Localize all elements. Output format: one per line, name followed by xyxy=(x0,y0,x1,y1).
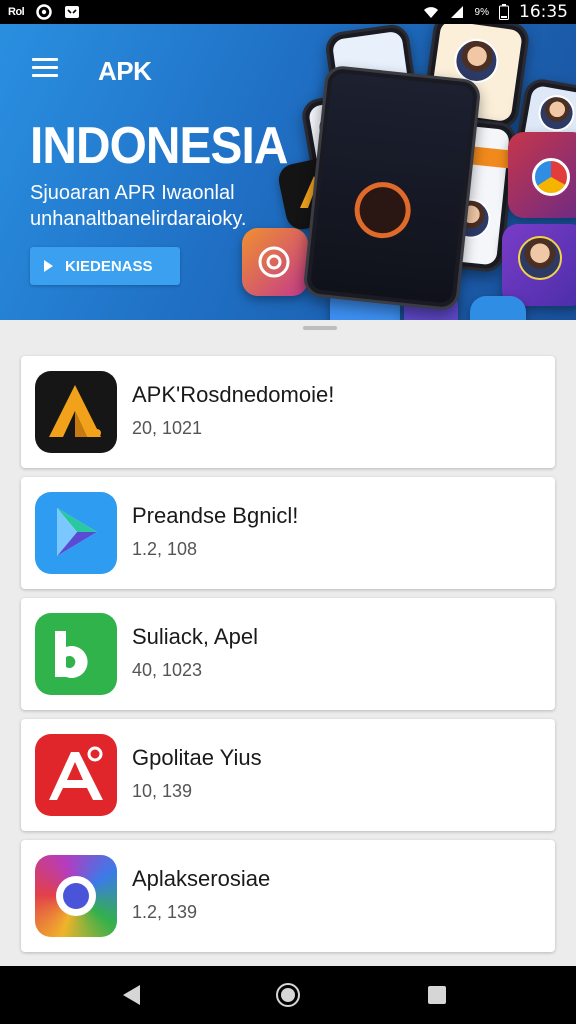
battery-icon xyxy=(499,4,509,20)
red-a-icon xyxy=(35,734,117,816)
app-download-count: 40, 1023 xyxy=(132,660,203,680)
app-name: Preandse Bgnicl! xyxy=(132,503,299,528)
clock: 16:35 xyxy=(519,2,568,22)
app-list: APK'Rosdnedomoie! 20, 1021 Preandse Bgni… xyxy=(21,356,555,961)
hero-banner: APK INDONESIA Sjuoaran APR Iwaonlal unha… xyxy=(0,24,576,320)
banner-headline: INDONESIA xyxy=(30,117,288,175)
chrome-like-icon xyxy=(35,855,117,937)
app-download-count: 1.2, 108 xyxy=(132,539,198,559)
battery-percent: 9% xyxy=(474,6,489,18)
chat-bubble-icon xyxy=(258,246,290,278)
target-notification-icon xyxy=(36,4,52,20)
app-name: Gpolitae Yius xyxy=(132,745,262,770)
menu-icon[interactable] xyxy=(32,58,58,78)
banner-subtitle: Sjuoaran APR Iwaonlal unhanaltbanelirdar… xyxy=(30,182,247,230)
play-arrow-icon xyxy=(44,260,53,272)
list-item[interactable]: Preandse Bgnicl! 1.2, 108 xyxy=(21,477,555,589)
list-item[interactable]: Aplakserosiae 1.2, 139 xyxy=(21,840,555,952)
list-item[interactable]: APK'Rosdnedomoie! 20, 1021 xyxy=(21,356,555,468)
banner-cta-label: KIEDENASS xyxy=(65,257,153,275)
wifi-icon xyxy=(423,7,438,18)
app-download-count: 10, 139 xyxy=(132,781,193,801)
mail-notification-icon xyxy=(65,6,80,18)
app-name: APK'Rosdnedomoie! xyxy=(132,382,335,407)
status-bar: Rol 9% 16:35 xyxy=(0,0,576,24)
app-name: Suliack, Apel xyxy=(132,624,258,649)
app-name: Aplakserosiae xyxy=(132,866,271,891)
recent-apps-icon[interactable] xyxy=(428,986,446,1004)
list-item[interactable]: Suliack, Apel 40, 1023 xyxy=(21,598,555,710)
signal-icon xyxy=(450,6,463,18)
apk-a-icon xyxy=(35,371,117,453)
b-app-icon xyxy=(35,613,117,695)
banner-cta-button[interactable]: KIEDENASS xyxy=(30,247,180,285)
app-download-count: 1.2, 139 xyxy=(132,902,198,922)
drag-handle[interactable] xyxy=(303,326,337,330)
play-store-icon xyxy=(35,492,117,574)
home-icon[interactable] xyxy=(276,983,300,1007)
list-item[interactable]: Gpolitae Yius 10, 139 xyxy=(21,719,555,831)
brand-logo: APK xyxy=(98,56,152,86)
app-download-count: 20, 1021 xyxy=(132,418,203,438)
navigation-bar xyxy=(0,966,576,1024)
carrier-label: Rol xyxy=(8,6,25,18)
back-icon[interactable] xyxy=(123,985,140,1005)
